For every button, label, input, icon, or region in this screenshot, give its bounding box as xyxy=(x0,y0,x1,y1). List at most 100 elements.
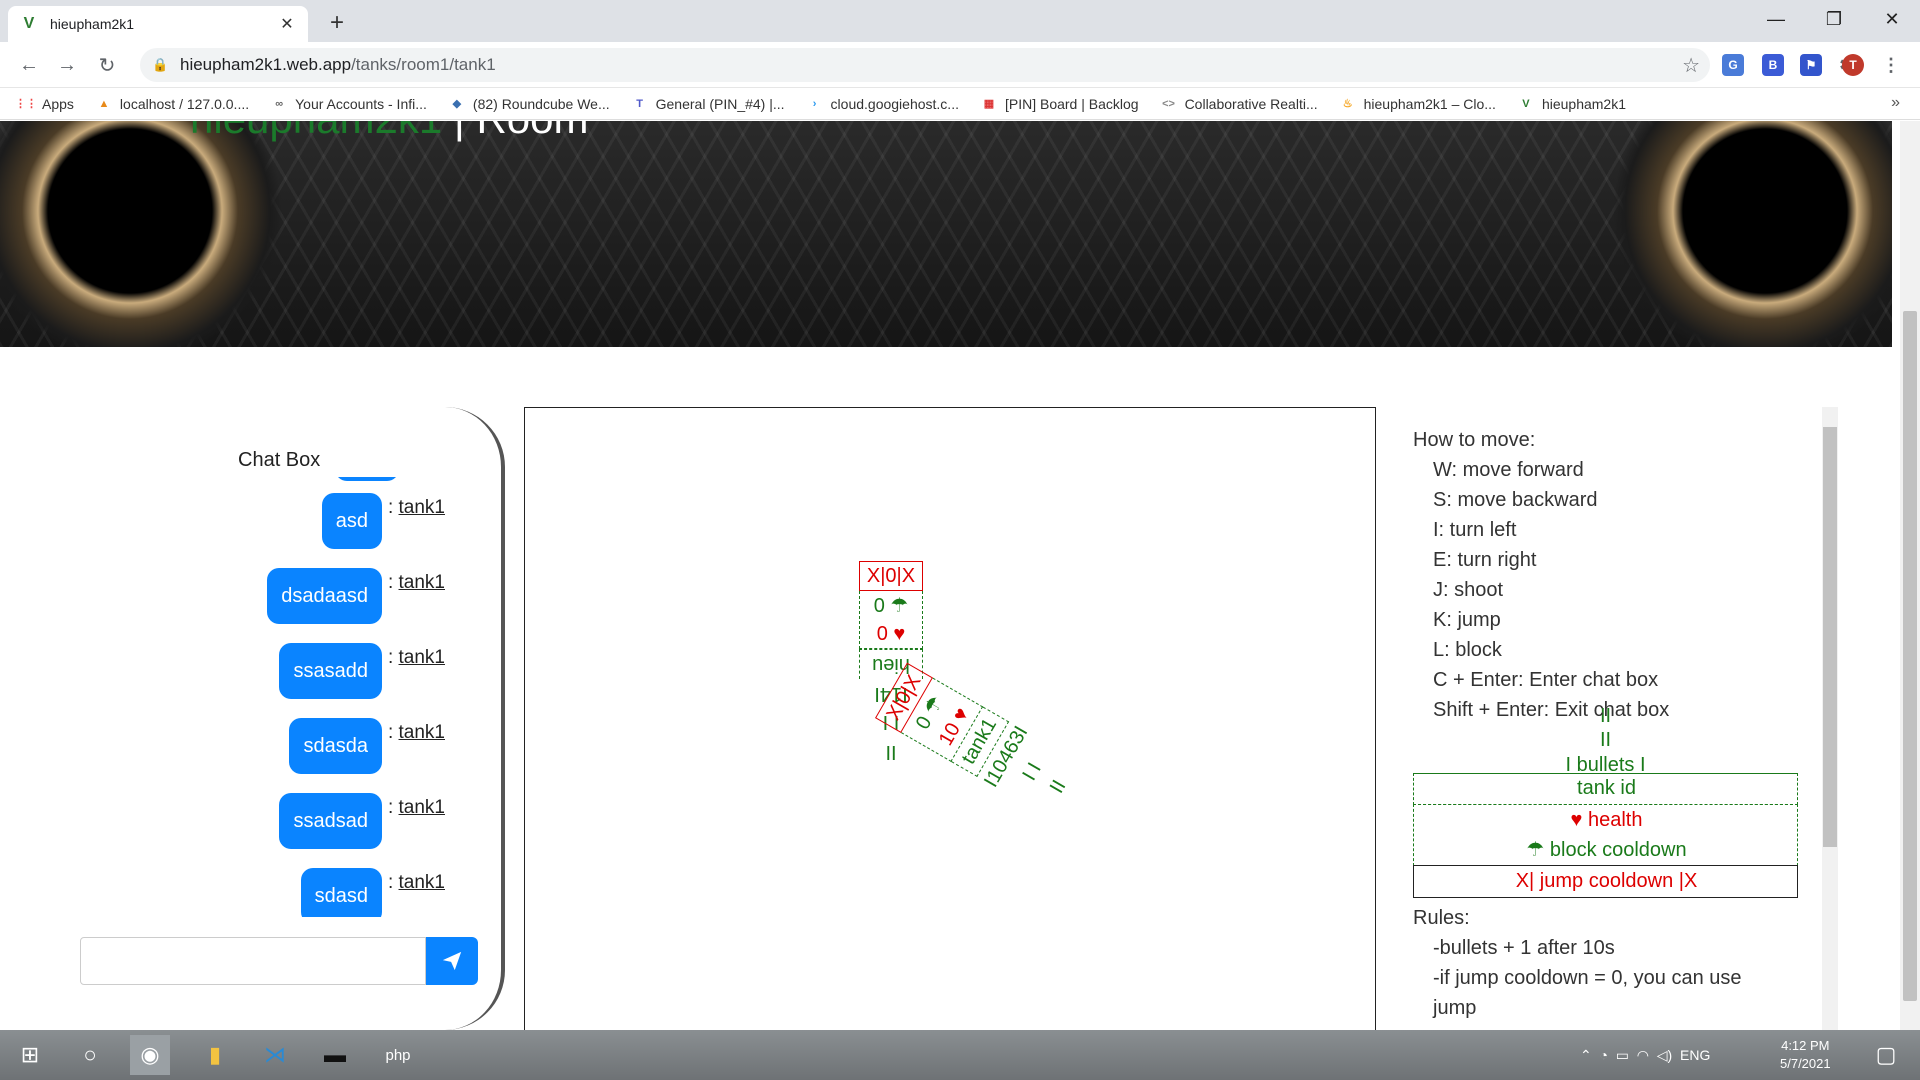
heart-icon: ♥ xyxy=(948,703,974,726)
bookmark-8[interactable]: ♨ hieupham2k1 – Clo... xyxy=(1340,96,1496,112)
chat-message: ssadsad: tank1 xyxy=(279,793,445,849)
php-icon[interactable]: php xyxy=(378,1035,418,1075)
search-icon[interactable]: ○ xyxy=(70,1035,110,1075)
reload-button[interactable]: ↻ xyxy=(92,50,122,80)
page-banner: hieupham2k1 | Room xyxy=(0,121,1892,347)
author-link[interactable]: tank1 xyxy=(399,497,445,518)
author-link[interactable]: tank1 xyxy=(399,872,445,893)
restore-button[interactable]: ❐ xyxy=(1806,0,1862,38)
chat-input[interactable] xyxy=(80,937,426,985)
menu-dots-icon[interactable]: ⋮ xyxy=(1880,54,1902,76)
close-window-button[interactable]: ✕ xyxy=(1864,0,1920,38)
bookmarks-overflow-icon[interactable]: » xyxy=(1891,94,1900,112)
bookmark-5[interactable]: › cloud.googiehost.c... xyxy=(807,96,959,112)
bookmark-label: [PIN] Board | Backlog xyxy=(1004,95,1139,112)
windows-taskbar: ⊞ ○ ◉ ▮ ⋊ ▬ php ⌃ ◔ ▭ ◠ ◁) ENG 4:12 PM 5… xyxy=(0,1030,1920,1080)
control-item: C + Enter: Enter chat box xyxy=(1433,669,1659,691)
bookmark-label: General (PIN_#4) |... xyxy=(655,95,785,112)
address-bar[interactable]: 🔒 hieupham2k1.web.app/tanks/room1/tank1 … xyxy=(140,48,1710,82)
rules-title: Rules: xyxy=(1413,907,1470,929)
rule-item: -bullets + 1 after 10s xyxy=(1433,937,1615,959)
page-scrollbar[interactable] xyxy=(1900,121,1920,1030)
bookmark-label: localhost / 127.0.0.... xyxy=(119,95,250,112)
notifications-icon[interactable]: ▢ xyxy=(1866,1035,1906,1075)
profile-avatar[interactable]: T xyxy=(1842,54,1864,76)
language-indicator[interactable]: ENG xyxy=(1680,1047,1710,1063)
new-tab-button[interactable]: + xyxy=(322,8,352,38)
chat-messages[interactable]: asd: tank1 dsadaasd: tank1 ssasadd: tank1 s… xyxy=(0,477,480,917)
bookmark-6[interactable]: ▦ [PIN] Board | Backlog xyxy=(981,96,1139,112)
bookmark-4[interactable]: T General (PIN_#4) |... xyxy=(632,95,785,112)
vue-icon: V xyxy=(1522,97,1530,110)
message-author: : tank1 xyxy=(387,572,445,593)
forward-button[interactable]: → xyxy=(52,50,82,80)
legend-scrollbar[interactable] xyxy=(1822,407,1838,1030)
page-viewport: hieupham2k1 | Room Chat Box asd: tank1ds… xyxy=(0,121,1892,1030)
lock-icon: 🔒 xyxy=(152,57,169,72)
message-bubble: sdasda xyxy=(289,718,382,774)
bookmark-2[interactable]: ∞ Your Accounts - Infi... xyxy=(271,96,427,112)
chevron-icon: › xyxy=(812,97,817,110)
browser-tab[interactable]: V hieupham2k1 ✕ xyxy=(8,6,308,42)
bookmark-9[interactable]: Vhieupham2k1 xyxy=(1518,96,1626,112)
message-author: : tank1 xyxy=(387,872,445,893)
message-bubble: dsadaasd xyxy=(267,568,382,624)
url-host: hieupham2k1.web.app xyxy=(180,55,352,74)
network-icon[interactable]: ◔ xyxy=(1600,1047,1608,1063)
bookmark-label: hieupham2k1 xyxy=(1541,95,1626,112)
volume-icon[interactable]: ◁) xyxy=(1657,1047,1672,1064)
bookmark-0[interactable]: ⋮⋮ Apps xyxy=(15,96,74,112)
game-arena[interactable]: X|0|X 0 ☂ 0 ♥ hieu I14I I I II X|0|X 0 ☂… xyxy=(524,407,1376,1030)
message-author: : tank1 xyxy=(387,497,445,518)
clock[interactable]: 4:12 PM 5/7/2021 xyxy=(1780,1030,1831,1080)
translate-extension-icon[interactable]: G xyxy=(1722,54,1744,76)
message-bubble: sdasd xyxy=(300,868,382,917)
infinity-icon: ∞ xyxy=(275,97,284,110)
chevron-up-icon[interactable]: ⌃ xyxy=(1580,1047,1592,1064)
author-link[interactable]: tank1 xyxy=(399,722,445,743)
vscode-icon[interactable]: ⋊ xyxy=(255,1035,295,1075)
legend-block-cooldown: block cooldown xyxy=(1549,839,1687,861)
legend-health: health xyxy=(1587,809,1643,831)
control-item: J: shoot xyxy=(1433,579,1504,601)
back-button[interactable]: ← xyxy=(14,50,44,80)
b-extension-icon[interactable]: B xyxy=(1762,54,1784,76)
umbrella-icon: ☂ xyxy=(890,594,909,617)
bookmark-7[interactable]: <> Collaborative Realti... xyxy=(1161,96,1318,112)
teams-icon: T xyxy=(636,97,643,110)
minimize-button[interactable]: — xyxy=(1748,0,1804,38)
tank-health: 0 ♥ xyxy=(876,622,906,645)
author-link[interactable]: tank1 xyxy=(399,797,445,818)
roundcube-icon: ◆ xyxy=(452,98,462,110)
message-bubble: ssadsad xyxy=(279,793,382,849)
tank-jump-cooldown: X|0|X xyxy=(859,561,923,591)
author-link[interactable]: tank1 xyxy=(399,647,445,668)
message-bubble: ssasadd xyxy=(279,643,382,699)
bookmark-1[interactable]: ▲ localhost / 127.0.0.... xyxy=(96,96,249,112)
message-author: : tank1 xyxy=(387,797,445,818)
send-button[interactable] xyxy=(426,937,478,985)
file-explorer-icon[interactable]: ▮ xyxy=(195,1035,235,1075)
legend-jump-box: X| jump cooldown |X xyxy=(1413,865,1798,898)
controls-legend: How to move: II II I bullets I tank id ♥… xyxy=(1413,407,1868,1030)
firebase-icon: ♨ xyxy=(1342,98,1353,110)
tank-block-cooldown: 0 ☂ xyxy=(873,594,909,617)
browser-toolbar: ← → ↻ 🔒 hieupham2k1.web.app/tanks/room1/… xyxy=(0,42,1920,88)
rule-item: jump xyxy=(1433,997,1477,1019)
bookmark-label: cloud.googiehost.c... xyxy=(830,95,959,112)
flag-extension-icon[interactable]: ⚑ xyxy=(1800,54,1822,76)
windows-start-icon[interactable]: ⊞ xyxy=(10,1035,50,1075)
message-author: : tank1 xyxy=(387,647,445,668)
chrome-icon[interactable]: ◉ xyxy=(130,1035,170,1075)
system-tray[interactable]: ⌃ ◔ ▭ ◠ ◁) ENG xyxy=(1580,1030,1710,1080)
battery-icon[interactable]: ▭ xyxy=(1616,1047,1629,1064)
bookmark-3[interactable]: ◆ (82) Roundcube We... xyxy=(449,96,610,112)
terminal-icon[interactable]: ▬ xyxy=(315,1035,355,1075)
chat-message: sdasd: tank1 xyxy=(300,868,445,917)
legend-status-box: ♥ health ☂ block cooldown xyxy=(1413,804,1798,866)
wifi-icon[interactable]: ◠ xyxy=(1637,1047,1649,1064)
bookmark-star-icon[interactable]: ☆ xyxy=(1682,53,1700,78)
bookmark-label: hieupham2k1 – Clo... xyxy=(1363,95,1496,112)
author-link[interactable]: tank1 xyxy=(399,572,445,593)
close-icon[interactable]: ✕ xyxy=(278,15,296,33)
